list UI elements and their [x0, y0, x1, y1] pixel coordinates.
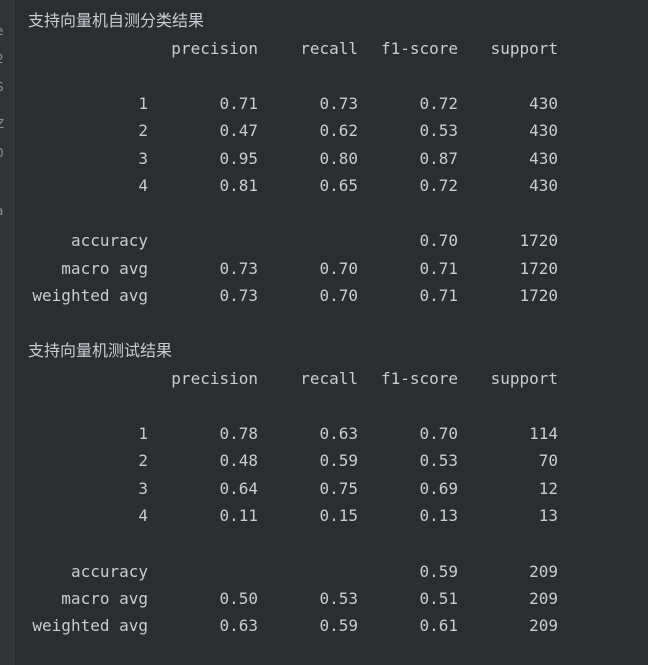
gutter-glyph: (	[0, 177, 12, 191]
support-value: 430	[529, 176, 558, 195]
support-value: 1720	[519, 259, 558, 278]
precision-value: 0.73	[219, 286, 258, 305]
f1-score-value: 0.51	[419, 589, 458, 608]
column-header: f1-score	[380, 369, 458, 388]
support-value: 114	[529, 424, 558, 443]
f1-score-value: 0.70	[419, 231, 458, 250]
column-header: support	[490, 369, 558, 388]
f1-score-value: 0.53	[419, 451, 458, 470]
gutter-glyph: a	[0, 204, 12, 218]
recall-value: 0.63	[319, 424, 358, 443]
column-header: support	[490, 39, 558, 58]
support-value: 70	[538, 451, 558, 470]
precision-value: 0.63	[219, 616, 258, 635]
recall-value: 0.15	[319, 506, 358, 525]
f1-score-value: 0.53	[419, 121, 458, 140]
column-header: recall	[300, 39, 358, 58]
support-value: 1720	[519, 231, 558, 250]
recall-value: 0.65	[319, 176, 358, 195]
precision-value: 0.50	[219, 589, 258, 608]
gutter-glyph: e	[0, 24, 12, 38]
f1-score-value: 0.13	[419, 506, 458, 525]
row-label: accuracy	[70, 562, 148, 581]
recall-value: 0.59	[319, 616, 358, 635]
console-output: e 2 S Z 0 ( a 支持向量机自测分类结果 precision recall f1-sco…	[0, 0, 648, 665]
support-value: 12	[538, 479, 558, 498]
precision-value: 0.81	[219, 176, 258, 195]
row-label: 4	[138, 506, 148, 525]
precision-value: 0.64	[219, 479, 258, 498]
gutter-glyph: 0	[0, 146, 12, 160]
gutter-glyph: 2	[0, 52, 12, 66]
f1-score-value: 0.70	[419, 424, 458, 443]
row-label: 1	[138, 94, 148, 113]
support-value: 430	[529, 149, 558, 168]
recall-value: 0.75	[319, 479, 358, 498]
recall-value: 0.73	[319, 94, 358, 113]
recall-value: 0.53	[319, 589, 358, 608]
row-label: macro avg	[61, 259, 148, 278]
column-header: precision	[171, 369, 258, 388]
support-value: 1720	[519, 286, 558, 305]
f1-score-value: 0.72	[419, 94, 458, 113]
support-value: 13	[538, 506, 558, 525]
column-header: recall	[300, 369, 358, 388]
precision-value: 0.95	[219, 149, 258, 168]
precision-value: 0.78	[219, 424, 258, 443]
report-title: 支持向量机测试结果	[28, 341, 173, 360]
support-value: 209	[529, 589, 558, 608]
recall-value: 0.59	[319, 451, 358, 470]
row-label: 4	[138, 176, 148, 195]
recall-value: 0.70	[319, 286, 358, 305]
row-label: 2	[138, 451, 148, 470]
editor-gutter: e 2 S Z 0 ( a	[0, 0, 14, 665]
support-value: 430	[529, 121, 558, 140]
row-label: 3	[138, 149, 148, 168]
f1-score-value: 0.87	[419, 149, 458, 168]
f1-score-value: 0.71	[419, 259, 458, 278]
precision-value: 0.48	[219, 451, 258, 470]
row-label: macro avg	[61, 589, 148, 608]
row-label: weighted avg	[32, 616, 148, 635]
report-title: 支持向量机自测分类结果	[28, 11, 205, 30]
f1-score-value: 0.59	[419, 562, 458, 581]
support-value: 209	[529, 562, 558, 581]
f1-score-value: 0.71	[419, 286, 458, 305]
precision-value: 0.73	[219, 259, 258, 278]
column-header: f1-score	[380, 39, 458, 58]
recall-value: 0.80	[319, 149, 358, 168]
f1-score-value: 0.72	[419, 176, 458, 195]
precision-value: 0.71	[219, 94, 258, 113]
row-label: 2	[138, 121, 148, 140]
support-value: 209	[529, 616, 558, 635]
precision-value: 0.47	[219, 121, 258, 140]
recall-value: 0.62	[319, 121, 358, 140]
recall-value: 0.70	[319, 259, 358, 278]
row-label: 3	[138, 479, 148, 498]
support-value: 430	[529, 94, 558, 113]
gutter-glyph: Z	[0, 117, 5, 131]
gutter-glyph: S	[0, 80, 12, 94]
f1-score-value: 0.61	[419, 616, 458, 635]
column-header: precision	[171, 39, 258, 58]
row-label: 1	[138, 424, 148, 443]
precision-value: 0.11	[219, 506, 258, 525]
row-label: weighted avg	[32, 286, 148, 305]
f1-score-value: 0.69	[419, 479, 458, 498]
row-label: accuracy	[70, 231, 148, 250]
